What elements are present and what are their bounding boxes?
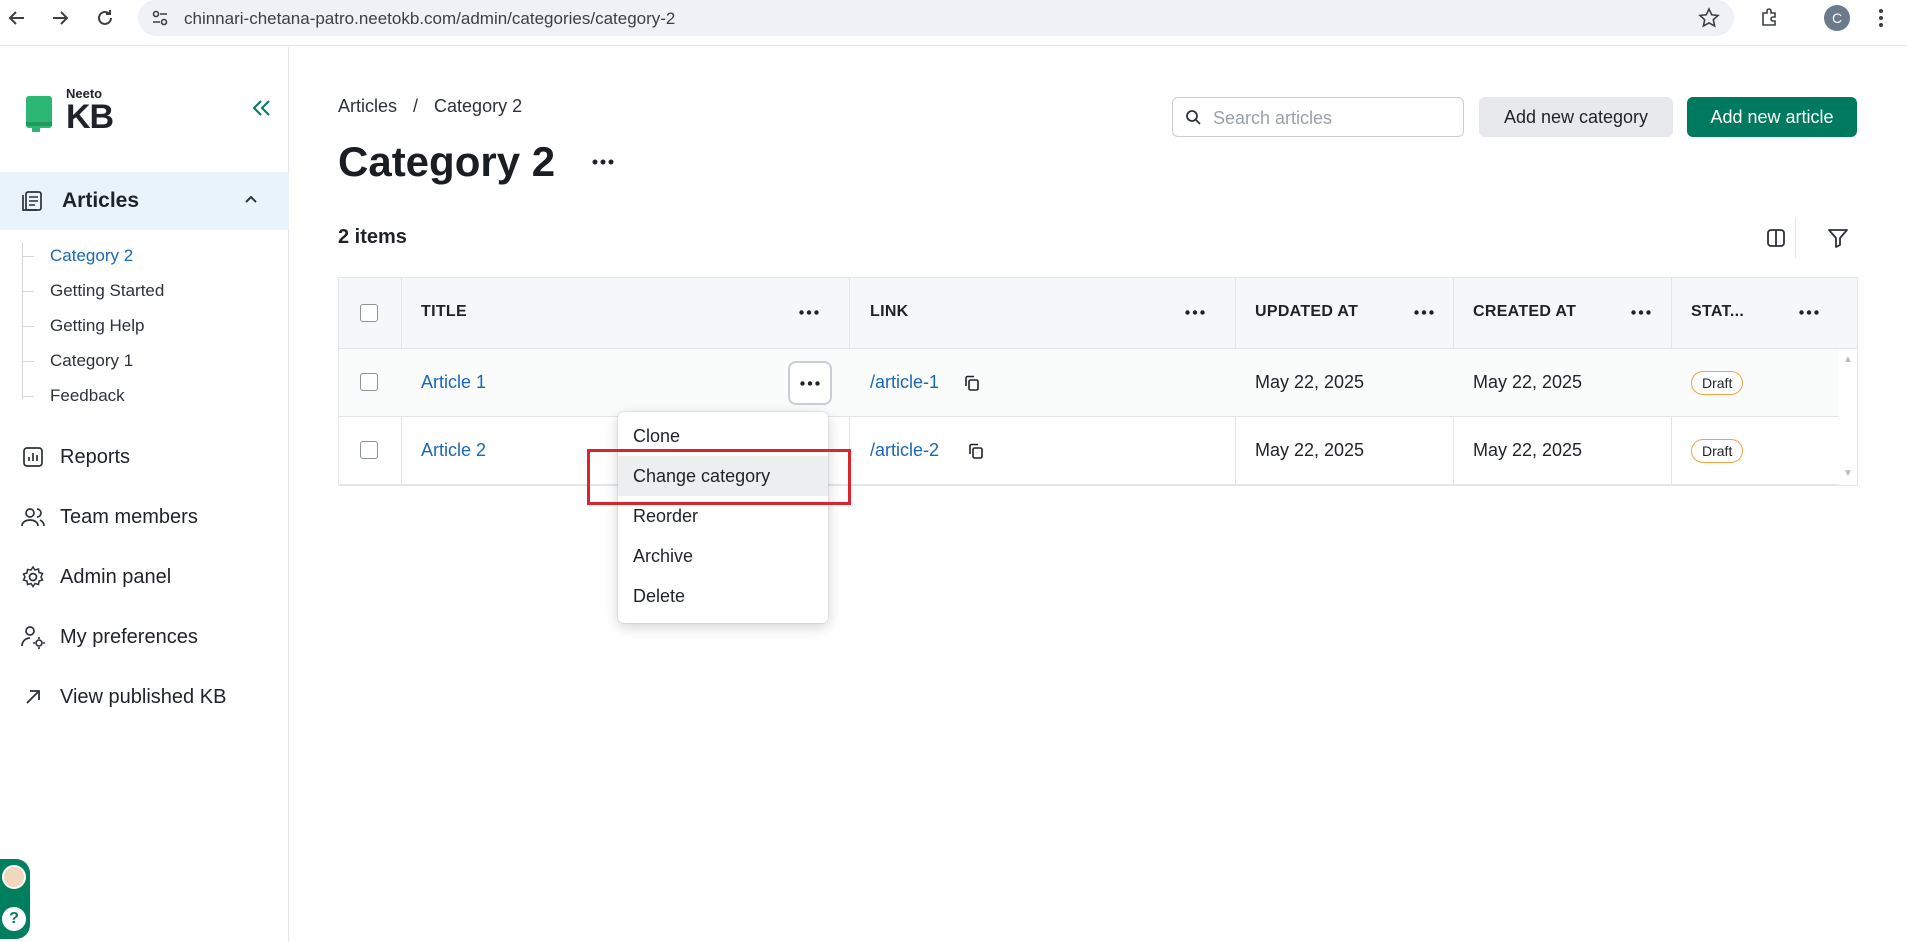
tree-line xyxy=(22,242,23,399)
copy-icon[interactable] xyxy=(963,374,983,394)
column-header-link[interactable]: LINK xyxy=(870,303,909,321)
row-checkbox[interactable] xyxy=(360,373,378,391)
column-header-updated-at[interactable]: UPDATED AT xyxy=(1255,303,1358,321)
column-menu-icon[interactable] xyxy=(1628,300,1654,324)
breadcrumb-separator: / xyxy=(413,96,419,116)
toolbar-divider xyxy=(1795,218,1796,258)
logo-book-icon xyxy=(24,94,54,134)
article-link[interactable]: /article-2 xyxy=(870,440,939,461)
filter-icon[interactable] xyxy=(1822,222,1854,254)
sidebar-item-label: My preferences xyxy=(60,625,198,648)
updated-at: May 22, 2025 xyxy=(1255,372,1365,392)
sidebar-item-label: Reports xyxy=(60,445,131,468)
select-all-checkbox[interactable] xyxy=(360,304,378,322)
sidebar-item-reports[interactable]: Reports xyxy=(0,437,289,477)
article-link[interactable]: /article-1 xyxy=(870,372,939,393)
logo-kb-text: KB xyxy=(66,98,114,136)
help-icon[interactable]: ? xyxy=(2,907,26,931)
sidebar: Neeto KB Articles Category 2 Getting Sta… xyxy=(0,47,289,942)
breadcrumb-articles-link[interactable]: Articles xyxy=(338,96,397,117)
table-row[interactable]: Article 1 /article-1 May 22, 2025 May 22… xyxy=(339,349,1839,417)
support-avatar[interactable] xyxy=(2,865,26,889)
page-title: Category 2 xyxy=(338,138,556,185)
chart-icon xyxy=(20,444,46,470)
sidebar-item-label: Articles xyxy=(62,189,140,212)
sidebar-item-admin-panel[interactable]: Admin panel xyxy=(0,557,289,597)
sidebar-item-label: Admin panel xyxy=(60,565,172,588)
row-actions-dropdown: Clone Change category Reorder Archive De… xyxy=(618,412,828,623)
status-badge: Draft xyxy=(1691,439,1744,463)
created-at: May 22, 2025 xyxy=(1473,372,1583,392)
article-title-link[interactable]: Article 1 xyxy=(421,372,486,393)
scroll-up-arrow-icon[interactable]: ▲ xyxy=(1843,354,1855,365)
items-count: 2 items xyxy=(338,226,407,248)
article-title-link[interactable]: Article 2 xyxy=(421,440,486,461)
add-new-article-button[interactable]: Add new article xyxy=(1687,97,1857,137)
url-text: chinnari-chetana-patro.neetokb.com/admin… xyxy=(184,9,676,28)
bookmark-star-icon[interactable] xyxy=(1698,7,1720,34)
search-input[interactable] xyxy=(1213,106,1453,130)
search-icon xyxy=(1185,109,1201,130)
column-menu-icon[interactable] xyxy=(1182,300,1208,324)
column-header-status[interactable]: STAT... xyxy=(1691,303,1744,321)
table-header: TITLE LINK UPDATED AT CREATED AT STAT... xyxy=(339,278,1857,349)
menu-item-delete[interactable]: Delete xyxy=(618,576,828,616)
columns-toggle-icon[interactable] xyxy=(1760,222,1792,254)
created-at: May 22, 2025 xyxy=(1473,440,1583,460)
address-bar[interactable]: chinnari-chetana-patro.neetokb.com/admin… xyxy=(138,0,1734,36)
articles-table: TITLE LINK UPDATED AT CREATED AT STAT...… xyxy=(338,277,1858,486)
site-settings-icon[interactable] xyxy=(150,8,170,28)
neetokb-logo[interactable]: Neeto KB xyxy=(24,87,114,136)
help-widget[interactable]: ? xyxy=(0,859,30,939)
reload-icon[interactable] xyxy=(92,5,118,31)
extensions-icon[interactable] xyxy=(1757,5,1783,31)
forward-arrow-icon[interactable] xyxy=(47,5,73,31)
menu-item-archive[interactable]: Archive xyxy=(618,536,828,576)
sidebar-item-team-members[interactable]: Team members xyxy=(0,497,289,537)
status-badge: Draft xyxy=(1691,371,1744,395)
column-menu-icon[interactable] xyxy=(796,300,822,324)
sidebar-item-label: Team members xyxy=(60,505,198,528)
sidebar-item-articles[interactable]: Articles xyxy=(0,172,289,230)
column-menu-icon[interactable] xyxy=(1411,300,1437,324)
back-arrow-icon[interactable] xyxy=(4,5,30,31)
breadcrumb-current: Category 2 xyxy=(434,96,523,116)
category-more-options-icon[interactable] xyxy=(589,148,617,176)
row-more-options-button[interactable] xyxy=(788,361,832,405)
external-arrow-icon xyxy=(20,684,46,710)
updated-at: May 22, 2025 xyxy=(1255,440,1365,460)
table-row[interactable]: Article 2 /article-2 May 22, 2025 May 22… xyxy=(339,417,1839,485)
chevron-up-icon[interactable] xyxy=(243,191,259,212)
user-settings-icon xyxy=(20,624,46,650)
scroll-down-arrow-icon[interactable]: ▼ xyxy=(1843,468,1855,479)
users-icon xyxy=(20,504,46,530)
column-header-title[interactable]: TITLE xyxy=(421,303,467,321)
copy-icon[interactable] xyxy=(967,442,987,462)
column-header-created-at[interactable]: CREATED AT xyxy=(1473,303,1576,321)
breadcrumb: Articles / Category 2 xyxy=(338,96,522,117)
sidebar-item-view-published-kb[interactable]: View published KB xyxy=(0,677,289,717)
sidebar-item-label: View published KB xyxy=(60,685,227,708)
sidebar-item-my-preferences[interactable]: My preferences xyxy=(0,617,289,657)
search-articles[interactable] xyxy=(1172,97,1464,137)
articles-icon xyxy=(20,189,44,213)
browser-menu-icon[interactable] xyxy=(1868,5,1894,31)
browser-toolbar: chinnari-chetana-patro.neetokb.com/admin… xyxy=(0,0,1907,46)
column-menu-icon[interactable] xyxy=(1796,300,1822,324)
browser-profile-avatar[interactable]: C xyxy=(1824,5,1850,31)
row-checkbox[interactable] xyxy=(360,441,378,459)
collapse-sidebar-icon[interactable] xyxy=(248,95,274,121)
annotation-highlight-box xyxy=(587,449,851,505)
gear-icon xyxy=(20,564,46,590)
add-new-category-button[interactable]: Add new category xyxy=(1479,97,1673,137)
